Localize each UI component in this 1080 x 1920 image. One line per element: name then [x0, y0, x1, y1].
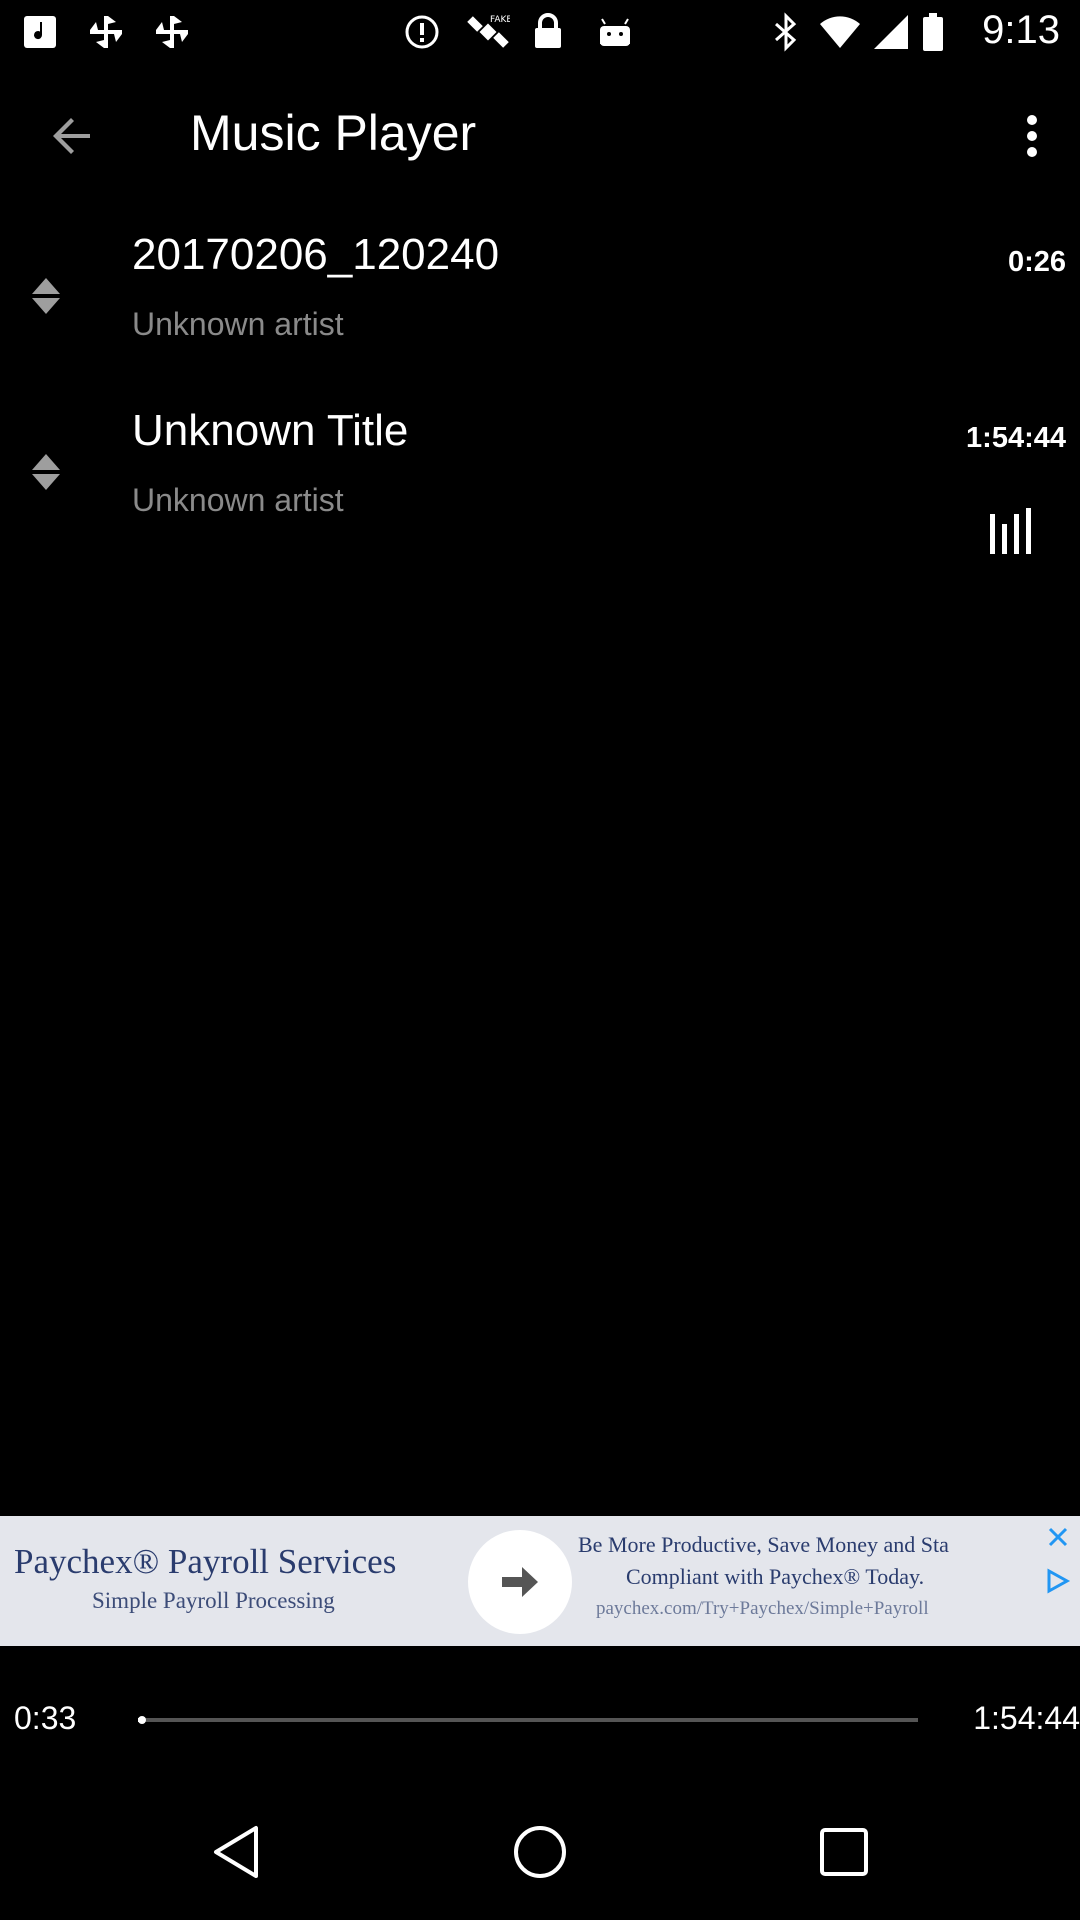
ad-arrow-button[interactable]	[468, 1530, 572, 1634]
music-note-icon	[22, 12, 58, 52]
signal-icon	[872, 12, 910, 52]
navigation-bar	[0, 1776, 1080, 1920]
svg-text:FAKE: FAKE	[490, 15, 510, 25]
back-button[interactable]	[36, 104, 108, 168]
satellite-icon: FAKE	[466, 12, 510, 52]
page-title: Music Player	[190, 105, 477, 161]
seek-bar-thumb[interactable]	[138, 1716, 146, 1724]
nav-recents-icon	[820, 1828, 868, 1876]
track-row[interactable]: 20170206_120240 Unknown artist 0:26	[0, 208, 1080, 384]
nav-recents-button[interactable]	[796, 1804, 892, 1900]
track-artist: Unknown artist	[132, 306, 344, 342]
ad-subtitle: Simple Payroll Processing	[92, 1588, 335, 1613]
fan-icon	[86, 12, 126, 52]
android-icon	[596, 12, 634, 52]
bluetooth-icon	[772, 12, 800, 52]
elapsed-time: 0:33	[14, 1700, 77, 1736]
ad-text-line: Be More Productive, Save Money and Sta	[578, 1532, 949, 1557]
app-bar: Music Player	[0, 64, 1080, 208]
status-bar: FAKE 9:13	[0, 0, 1080, 64]
status-clock: 9:13	[982, 8, 1060, 52]
now-playing-icon	[990, 506, 1042, 554]
overflow-menu-button[interactable]	[1002, 102, 1062, 170]
adchoices-icon	[1047, 1568, 1071, 1594]
ad-banner[interactable]: Paychex® Payroll Services Simple Payroll…	[0, 1516, 1080, 1646]
track-artist: Unknown artist	[132, 482, 344, 518]
nav-home-button[interactable]	[492, 1804, 588, 1900]
adchoices-button[interactable]	[1036, 1560, 1080, 1602]
close-icon	[1048, 1527, 1068, 1547]
arrow-back-icon	[53, 118, 90, 154]
track-duration: 1:54:44	[966, 422, 1066, 454]
nav-back-icon	[214, 1826, 258, 1878]
battery-icon	[922, 12, 944, 52]
ad-close-button[interactable]	[1036, 1516, 1080, 1558]
wifi-icon	[818, 12, 862, 52]
track-duration: 0:26	[1007, 246, 1066, 278]
seek-bar[interactable]	[138, 1716, 918, 1724]
alert-icon	[404, 12, 440, 52]
total-time: 1:54:44	[973, 1700, 1080, 1736]
ad-url: paychex.com/Try+Paychex/Simple+Payroll	[596, 1598, 929, 1619]
track-row[interactable]: Unknown Title Unknown artist 1:54:44	[0, 384, 1080, 560]
ad-text-line: Compliant with Paychex® Today.	[626, 1564, 925, 1589]
fan-icon	[152, 12, 192, 52]
track-title: 20170206_120240	[132, 230, 500, 279]
nav-back-button[interactable]	[188, 1804, 284, 1900]
drag-handle-icon[interactable]	[28, 450, 64, 494]
track-title: Unknown Title	[132, 406, 409, 455]
more-vert-icon	[1027, 115, 1037, 157]
nav-home-icon	[514, 1826, 566, 1878]
ad-title: Paychex® Payroll Services	[14, 1542, 397, 1581]
drag-handle-icon[interactable]	[28, 274, 64, 318]
lock-icon	[532, 12, 564, 52]
arrow-forward-icon	[502, 1567, 538, 1597]
